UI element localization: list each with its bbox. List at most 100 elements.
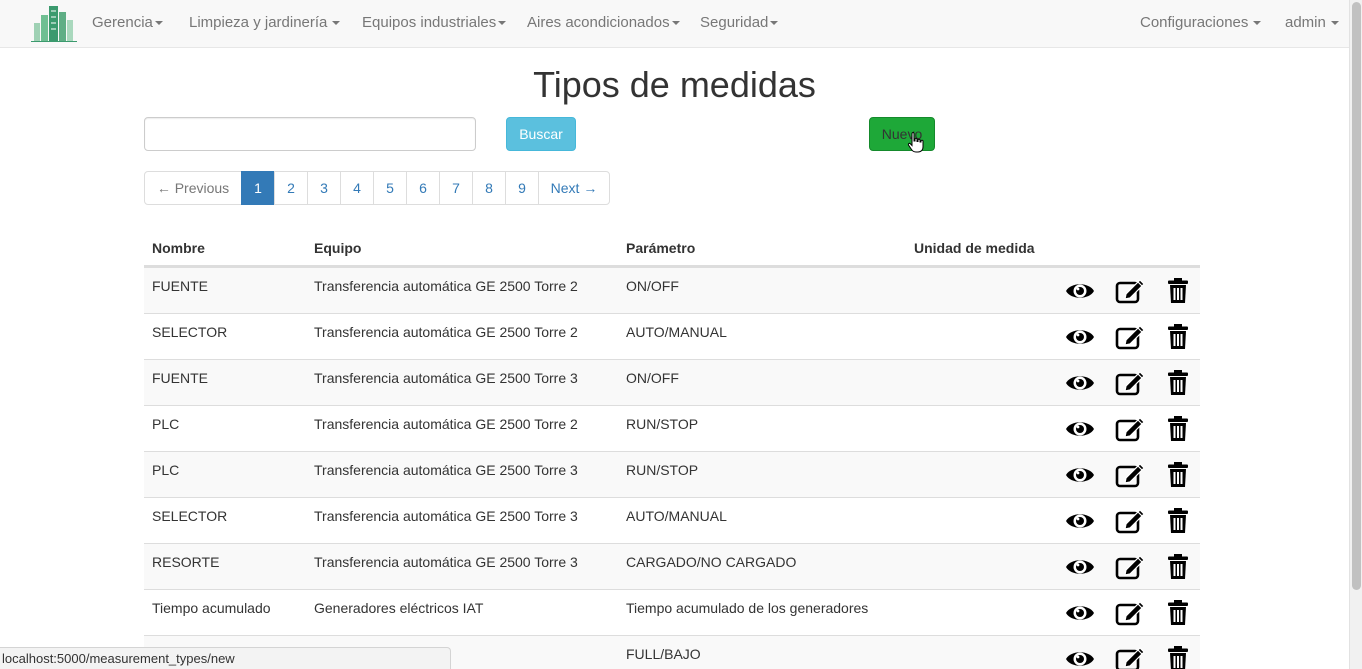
- cell-parametro: RUN/STOP: [626, 462, 699, 478]
- vertical-scrollbar[interactable]: [1349, 0, 1362, 669]
- cell-nombre: PLC: [152, 416, 180, 432]
- cell-parametro: ON/OFF: [626, 370, 679, 386]
- page-title: Tipos de medidas: [533, 64, 816, 105]
- caret-down-icon: [1253, 21, 1262, 26]
- navbar: Gerencia Limpieza y jardinería Equipos i…: [0, 0, 1349, 48]
- nav-menu-equipos[interactable]: Equipos industriales: [362, 0, 507, 48]
- status-bar-url: localhost:5000/measurement_types/new: [0, 647, 451, 669]
- search-button[interactable]: Buscar: [506, 117, 576, 151]
- cell-parametro: FULL/BAJO: [626, 646, 701, 662]
- pagination-page-8[interactable]: 8: [472, 171, 506, 205]
- cell-equipo: Transferencia automática GE 2500 Torre 2: [314, 324, 578, 340]
- cell-parametro: RUN/STOP: [626, 416, 699, 432]
- view-eye-icon[interactable]: [1064, 461, 1096, 489]
- new-button[interactable]: Nuevo: [869, 117, 935, 151]
- edit-icon[interactable]: [1114, 645, 1146, 669]
- hand-pointer-cursor-icon: [907, 132, 924, 153]
- edit-icon[interactable]: [1114, 415, 1146, 443]
- caret-down-icon: [671, 21, 680, 26]
- table-header: Nombre Equipo Parámetro Unidad de medida: [144, 229, 1200, 267]
- cell-nombre: SELECTOR: [152, 324, 228, 340]
- cell-nombre: Tiempo acumulado: [152, 600, 271, 616]
- cell-equipo: Transferencia automática GE 2500 Torre 3: [314, 554, 578, 570]
- cell-parametro: AUTO/MANUAL: [626, 508, 727, 524]
- cell-equipo: Generadores eléctricos IAT: [314, 600, 484, 616]
- cell-parametro: CARGADO/NO CARGADO: [626, 554, 797, 570]
- pagination-page-2[interactable]: 2: [274, 171, 308, 205]
- delete-trash-icon[interactable]: [1162, 415, 1194, 443]
- pagination-page-5[interactable]: 5: [373, 171, 407, 205]
- cell-nombre: FUENTE: [152, 370, 208, 386]
- cell-parametro: AUTO/MANUAL: [626, 324, 727, 340]
- edit-icon[interactable]: [1114, 553, 1146, 581]
- table-body: FUENTE Transferencia automática GE 2500 T…: [144, 267, 1200, 669]
- caret-down-icon: [498, 21, 507, 26]
- view-eye-icon[interactable]: [1064, 599, 1096, 627]
- view-eye-icon[interactable]: [1064, 507, 1096, 535]
- pagination-page-3[interactable]: 3: [307, 171, 341, 205]
- delete-trash-icon[interactable]: [1162, 461, 1194, 489]
- edit-icon[interactable]: [1114, 323, 1146, 351]
- delete-trash-icon[interactable]: [1162, 645, 1194, 669]
- cell-equipo: Transferencia automática GE 2500 Torre 3: [314, 370, 578, 386]
- column-header-nombre: Nombre: [152, 240, 205, 256]
- column-header-unidad: Unidad de medida: [914, 240, 1035, 256]
- cell-nombre: RESORTE: [152, 554, 220, 570]
- search-input[interactable]: [144, 117, 476, 151]
- nav-menu-seguridad[interactable]: Seguridad: [700, 0, 779, 48]
- delete-trash-icon[interactable]: [1162, 369, 1194, 397]
- table-row: Tiempo acumulado Generadores eléctricos I…: [144, 589, 1200, 635]
- caret-down-icon: [1330, 21, 1339, 26]
- table-row: SELECTOR Transferencia automática GE 2500…: [144, 313, 1200, 359]
- cell-equipo: Transferencia automática GE 2500 Torre 2: [314, 416, 578, 432]
- view-eye-icon[interactable]: [1064, 645, 1096, 669]
- nav-menu-limpieza[interactable]: Limpieza y jardinería: [189, 0, 341, 48]
- nav-menu-gerencia[interactable]: Gerencia: [92, 0, 163, 48]
- delete-trash-icon[interactable]: [1162, 599, 1194, 627]
- cell-equipo: Transferencia automática GE 2500 Torre 3: [314, 462, 578, 478]
- view-eye-icon[interactable]: [1064, 369, 1096, 397]
- cell-nombre: SELECTOR: [152, 508, 228, 524]
- brand-logo-icon[interactable]: [30, 3, 78, 43]
- column-header-equipo: Equipo: [314, 240, 362, 256]
- delete-trash-icon[interactable]: [1162, 507, 1194, 535]
- table-row: SELECTOR Transferencia automática GE 2500…: [144, 497, 1200, 543]
- nav-menu-label: admin: [1285, 14, 1326, 31]
- view-eye-icon[interactable]: [1064, 415, 1096, 443]
- edit-icon[interactable]: [1114, 461, 1146, 489]
- view-eye-icon[interactable]: [1064, 277, 1096, 305]
- pagination-page-1[interactable]: 1: [241, 171, 275, 205]
- delete-trash-icon[interactable]: [1162, 323, 1194, 351]
- pagination-page-7[interactable]: 7: [439, 171, 473, 205]
- nav-menu-label: Seguridad: [700, 14, 769, 31]
- pagination-page-4[interactable]: 4: [340, 171, 374, 205]
- view-eye-icon[interactable]: [1064, 323, 1096, 351]
- edit-icon[interactable]: [1114, 507, 1146, 535]
- scrollbar-thumb[interactable]: [1352, 2, 1361, 590]
- view-eye-icon[interactable]: [1064, 553, 1096, 581]
- edit-icon[interactable]: [1114, 599, 1146, 627]
- pagination-page-6[interactable]: 6: [406, 171, 440, 205]
- cell-equipo: Transferencia automática GE 2500 Torre 3: [314, 508, 578, 524]
- table-row: PLC Transferencia automática GE 2500 Torr…: [144, 405, 1200, 451]
- edit-icon[interactable]: [1114, 277, 1146, 305]
- nav-menu-aires[interactable]: Aires acondicionados: [527, 0, 680, 48]
- edit-icon[interactable]: [1114, 369, 1146, 397]
- measurement-types-table: Nombre Equipo Parámetro Unidad de medida…: [144, 229, 1200, 669]
- caret-down-icon: [332, 21, 341, 26]
- pagination-page-9[interactable]: 9: [505, 171, 539, 205]
- cell-equipo: Transferencia automática GE 2500 Torre 2: [314, 278, 578, 294]
- pagination-previous[interactable]: ← Previous: [144, 171, 242, 205]
- pagination: ← Previous 1 2 3 4 5 6 7 8 9 Next →: [144, 171, 610, 205]
- delete-trash-icon[interactable]: [1162, 553, 1194, 581]
- nav-menu-admin[interactable]: admin: [1285, 0, 1339, 48]
- column-header-parametro: Parámetro: [626, 240, 696, 256]
- delete-trash-icon[interactable]: [1162, 277, 1194, 305]
- pagination-next[interactable]: Next →: [538, 171, 610, 205]
- nav-menu-label: Configuraciones: [1140, 14, 1249, 31]
- nav-menu-configuraciones[interactable]: Configuraciones: [1140, 0, 1262, 48]
- table-row: FUENTE Transferencia automática GE 2500 T…: [144, 267, 1200, 313]
- table-row: PLC Transferencia automática GE 2500 Torr…: [144, 451, 1200, 497]
- caret-down-icon: [770, 21, 779, 26]
- nav-menu-label: Gerencia: [92, 14, 153, 31]
